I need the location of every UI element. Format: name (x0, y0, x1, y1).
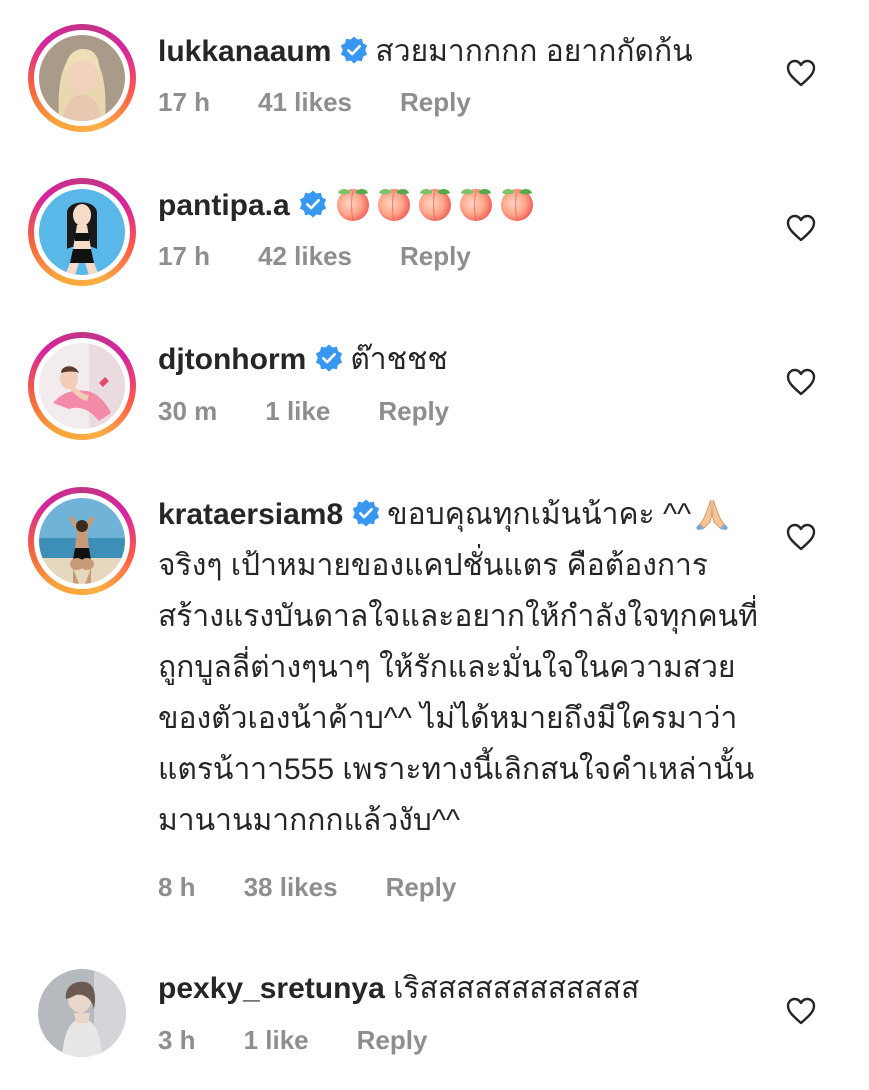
heart-icon[interactable] (786, 214, 816, 242)
comment-text: ขอบคุณทุกเม้นน้าคะ ^^ (387, 498, 692, 531)
verified-badge-icon (314, 343, 344, 373)
comment-username[interactable]: pexky_sretunya (158, 972, 385, 1005)
likes-count[interactable]: 42 likes (258, 241, 352, 272)
peach-emoji-icon (457, 185, 495, 223)
avatar[interactable] (28, 178, 136, 286)
peach-emoji-icon (498, 185, 536, 223)
comment-text: จริงๆ เป้าหมายของแคปชั่นแตร คือต้องการสร… (158, 549, 758, 837)
comment-time: 17 h (158, 241, 211, 271)
comment-text: เริสสสสสสสสสสสส (393, 972, 640, 1005)
avatar-photo-icon (39, 343, 125, 429)
folded-hands-emoji-icon (695, 496, 729, 530)
likes-count[interactable]: 41 likes (258, 87, 352, 118)
comment-body: krataersiam8 ขอบคุณทุกเม้นน้าคะ ^^ จริงๆ เ… (158, 489, 758, 846)
verified-badge-icon (339, 35, 369, 65)
comment-username[interactable]: djtonhorm (158, 343, 306, 376)
comment-time: 3 h (158, 1025, 196, 1055)
peach-emoji-icon (375, 185, 413, 223)
comment-meta: 17 h 41 likes Reply (158, 87, 471, 118)
comment-meta: 17 h 42 likes Reply (158, 241, 471, 272)
comment-username[interactable]: krataersiam8 (158, 498, 343, 531)
reply-button[interactable]: Reply (400, 87, 471, 118)
likes-count[interactable]: 38 likes (244, 872, 338, 903)
comment-meta: 30 m 1 like Reply (158, 396, 449, 427)
comment-body: pantipa.a (158, 180, 758, 231)
avatar[interactable] (28, 24, 136, 132)
avatar[interactable] (28, 487, 136, 595)
heart-icon[interactable] (786, 368, 816, 396)
reply-button[interactable]: Reply (386, 872, 457, 903)
comment-text: ต๊าชชช (350, 343, 448, 376)
comment-text: สวยมากกกก อยากกัดก้น (375, 35, 693, 68)
reply-button[interactable]: Reply (357, 1025, 428, 1056)
avatar-photo-icon (38, 969, 126, 1057)
comment-time: 17 h (158, 87, 211, 117)
comment-time: 8 h (158, 872, 196, 902)
verified-badge-icon (351, 498, 381, 528)
comment-time: 30 m (158, 396, 218, 426)
reply-button[interactable]: Reply (378, 396, 449, 427)
comment-body: pexky_sretunya เริสสสสสสสสสสสส (158, 963, 758, 1014)
verified-badge-icon (298, 189, 328, 219)
avatar-photo-icon (39, 35, 125, 121)
peach-emoji-icon (334, 185, 372, 223)
comment-username[interactable]: lukkanaaum (158, 35, 331, 68)
reply-button[interactable]: Reply (400, 241, 471, 272)
likes-count[interactable]: 1 like (244, 1025, 309, 1056)
avatar-illustration-icon (39, 189, 125, 275)
heart-icon[interactable] (786, 523, 816, 551)
peach-emoji-icon (416, 185, 454, 223)
heart-icon[interactable] (786, 997, 816, 1025)
comment-meta: 8 h 38 likes Reply (158, 872, 456, 903)
comment-body: djtonhorm ต๊าชชช (158, 334, 758, 385)
avatar[interactable] (38, 969, 126, 1057)
likes-count[interactable]: 1 like (265, 396, 330, 427)
comment-meta: 3 h 1 like Reply (158, 1025, 427, 1056)
avatar[interactable] (28, 332, 136, 440)
comment-username[interactable]: pantipa.a (158, 189, 290, 222)
comment-body: lukkanaaum สวยมากกกก อยากกัดก้น (158, 26, 758, 77)
heart-icon[interactable] (786, 59, 816, 87)
avatar-photo-icon (39, 498, 125, 584)
